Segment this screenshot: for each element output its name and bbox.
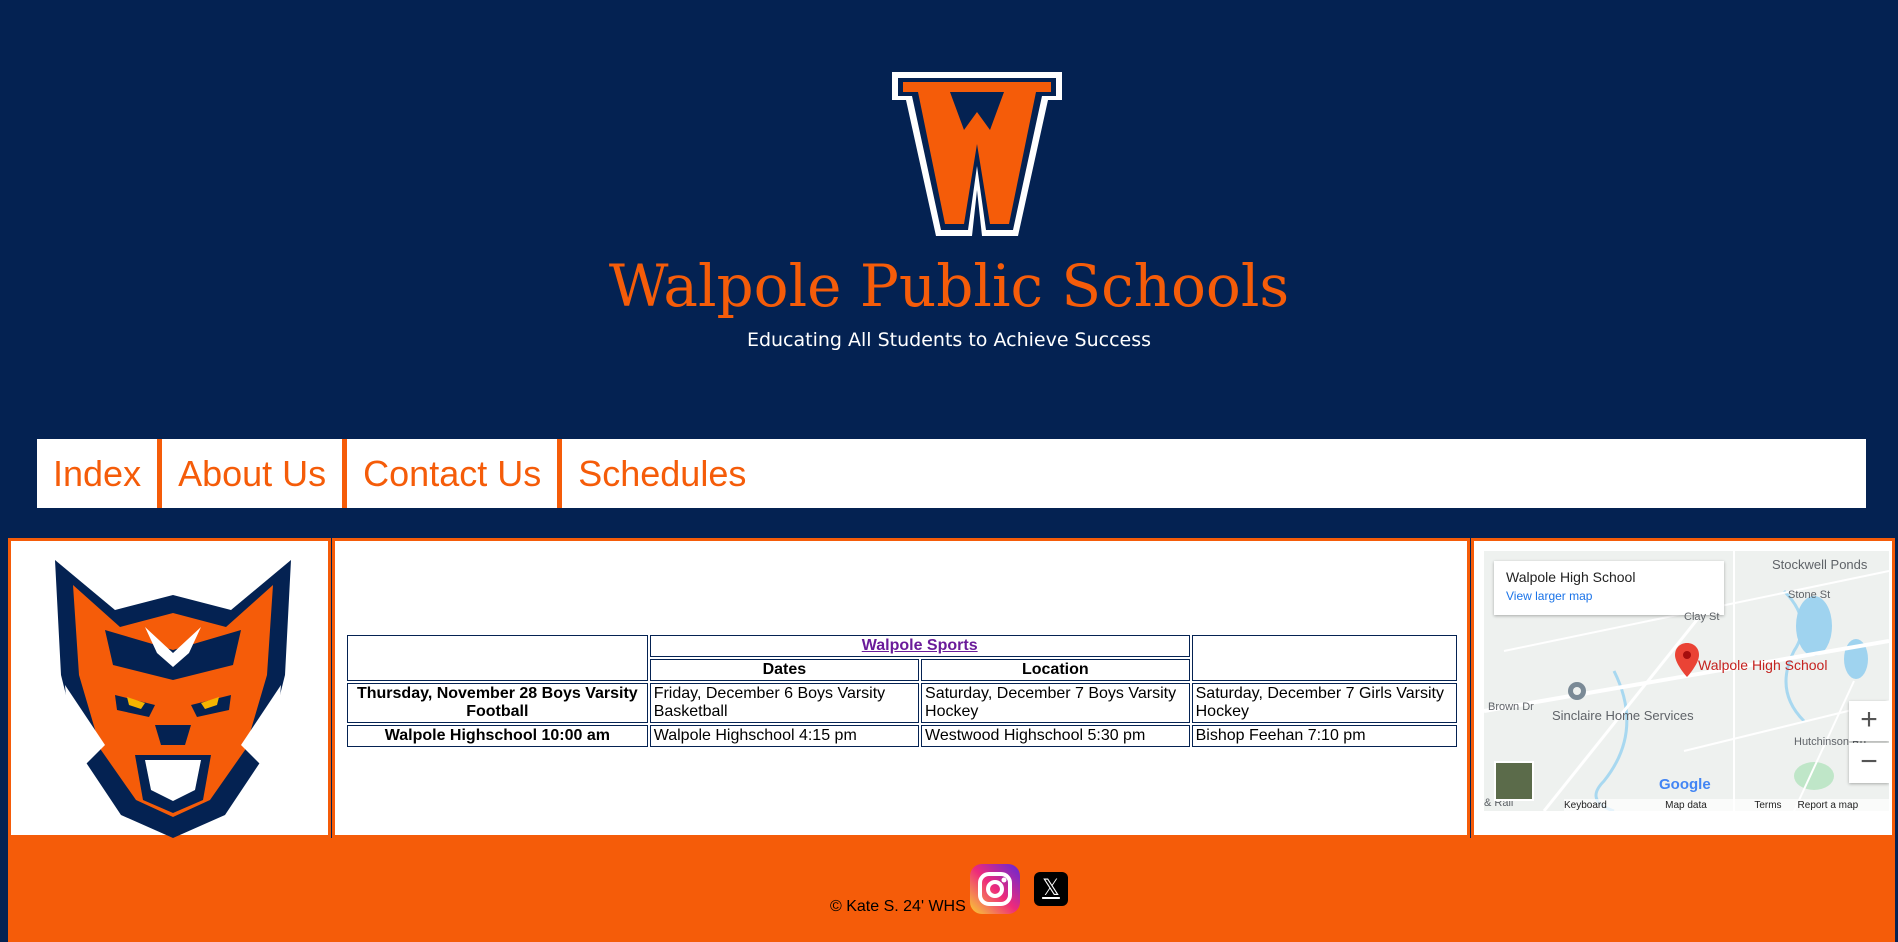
site-header: Walpole Public Schools Educating All Stu… xyxy=(0,0,1898,440)
instagram-glyph xyxy=(978,872,1012,906)
map-pin-icon[interactable] xyxy=(1675,643,1699,677)
map-footer: Keyboard shortcuts Map data ©2025 Terms … xyxy=(1564,799,1889,811)
table-cell: Walpole Highschool 10:00 am xyxy=(347,725,648,747)
table-cell: Friday, December 6 Boys Varsity Basketba… xyxy=(649,683,920,723)
main-nav: Index About Us Contact Us Schedules xyxy=(37,439,1866,508)
instagram-icon[interactable] xyxy=(970,864,1020,914)
table-cell-empty xyxy=(1191,635,1457,681)
keyboard-shortcuts-link[interactable]: Keyboard shortcuts xyxy=(1564,799,1649,811)
site-tagline: Educating All Students to Achieve Succes… xyxy=(746,329,1152,351)
map-label: Stone St xyxy=(1788,589,1831,601)
nav-about-us[interactable]: About Us xyxy=(162,439,348,508)
table-cell: Westwood Highschool 5:30 pm xyxy=(921,725,1190,747)
column-header-dates: Dates xyxy=(649,659,920,681)
table-title-cell: Walpole Sports xyxy=(649,635,1190,657)
terms-link[interactable]: Terms xyxy=(1754,799,1781,811)
site-footer: © Kate S. 24' WHS 𝕏 xyxy=(8,838,1895,942)
schedule-panel: Walpole Sports Dates Location Thursday, … xyxy=(332,538,1470,838)
map-label: Clay St xyxy=(1684,611,1720,623)
map-place-name: Walpole High School xyxy=(1506,569,1636,585)
table-cell: Thursday, November 28 Boys Varsity Footb… xyxy=(347,683,648,723)
table-cell: Bishop Feehan 7:10 pm xyxy=(1191,725,1457,747)
map-data-text: Map data ©2025 xyxy=(1665,800,1707,811)
map-panel: Walpole High School View larger map Stoc… xyxy=(1471,538,1895,838)
table-row: Thursday, November 28 Boys Varsity Footb… xyxy=(347,683,1457,723)
table-cell: Walpole Highschool 4:15 pm xyxy=(649,725,920,747)
report-map-error-link[interactable]: Report a map error xyxy=(1798,799,1881,811)
table-cell: Saturday, December 7 Boys Varsity Hockey xyxy=(921,683,1190,723)
view-larger-map-link[interactable]: View larger map xyxy=(1506,589,1712,603)
nav-contact-us[interactable]: Contact Us xyxy=(347,439,563,508)
column-header-location: Location xyxy=(921,659,1190,681)
map-label: Sinclaire Home Services xyxy=(1552,708,1694,723)
letter-w-logo xyxy=(892,72,1062,236)
map-info-card: Walpole High School View larger map xyxy=(1494,561,1724,615)
map-label: Brown Dr xyxy=(1488,701,1534,713)
nav-schedules[interactable]: Schedules xyxy=(562,439,762,508)
nav-index[interactable]: Index xyxy=(37,439,163,508)
schedule-table: Walpole Sports Dates Location Thursday, … xyxy=(345,633,1459,749)
site-title: Walpole Public Schools xyxy=(608,252,1290,320)
map-pin-label: Walpole High School xyxy=(1698,657,1828,673)
map-label: Stockwell Ponds xyxy=(1772,557,1868,572)
zoom-in-button[interactable]: + xyxy=(1849,701,1889,741)
satellite-toggle-button[interactable] xyxy=(1494,761,1534,801)
table-cell-empty xyxy=(347,635,648,681)
zoom-out-button[interactable]: − xyxy=(1849,743,1889,783)
copyright-text: © Kate S. 24' WHS xyxy=(830,898,966,915)
embedded-map[interactable]: Walpole High School View larger map Stoc… xyxy=(1484,551,1889,811)
table-row: Walpole Highschool 10:00 am Walpole High… xyxy=(347,725,1457,747)
x-twitter-icon[interactable]: 𝕏 xyxy=(1034,872,1068,906)
google-logo: Google xyxy=(1659,776,1711,793)
walpole-sports-link[interactable]: Walpole Sports xyxy=(862,637,978,654)
wolf-mascot-logo xyxy=(55,560,291,838)
table-cell: Saturday, December 7 Girls Varsity Hocke… xyxy=(1191,683,1457,723)
mascot-panel xyxy=(8,538,331,838)
